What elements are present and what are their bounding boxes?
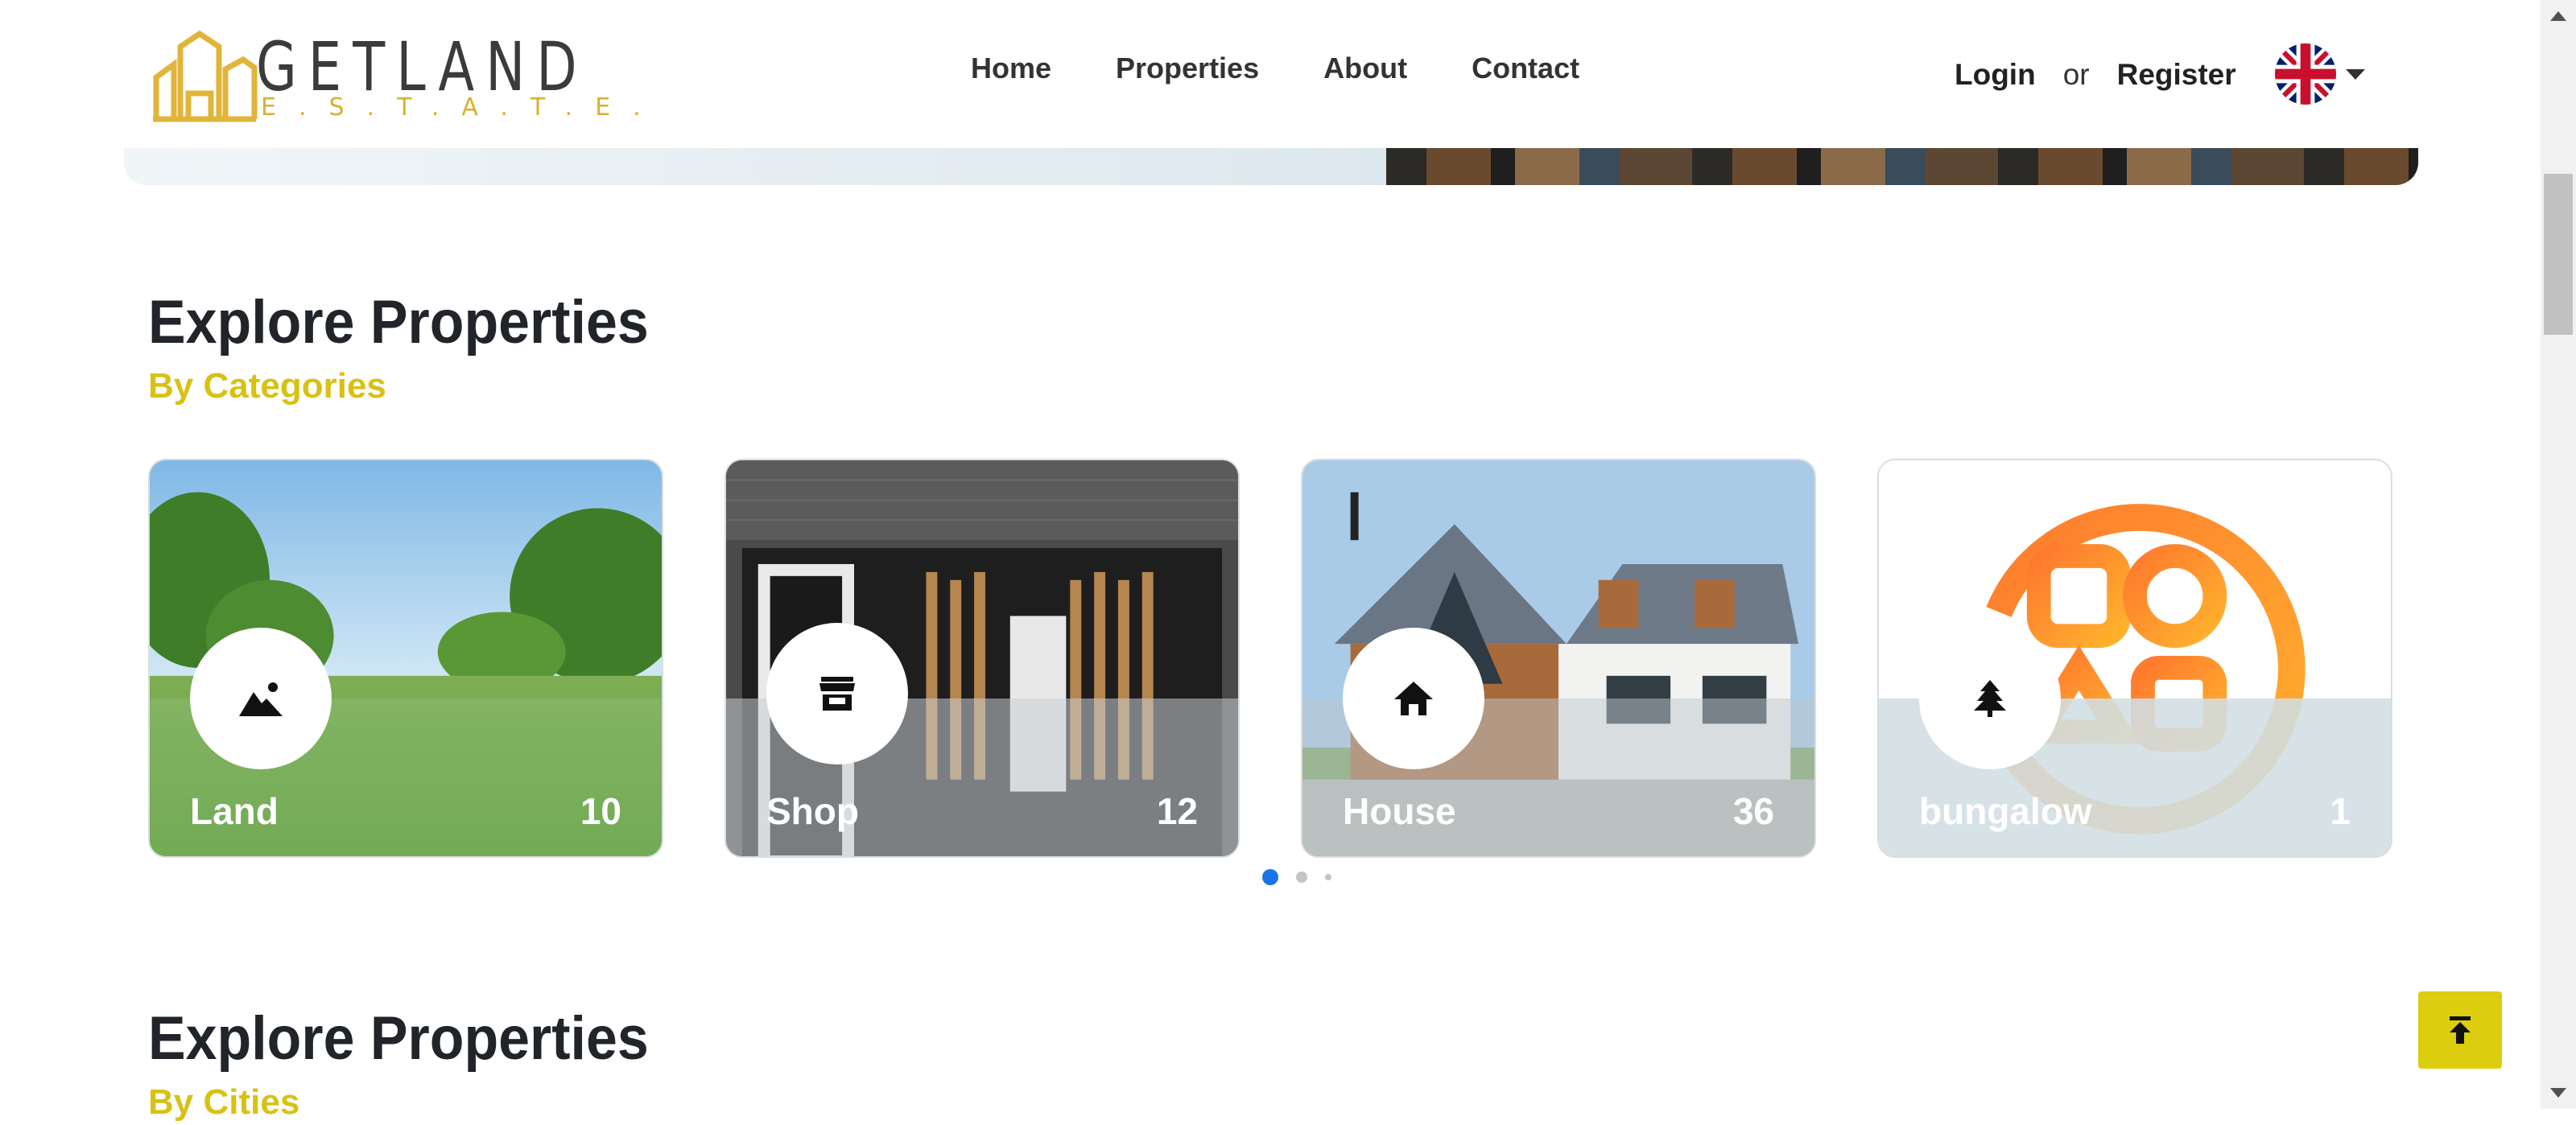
category-name: Shop	[766, 790, 859, 832]
logo-wordmark: GETLAND	[256, 27, 588, 106]
language-selector[interactable]	[2275, 43, 2372, 105]
site-logo[interactable]: GETLAND E.S.T.A.T.E.	[153, 26, 641, 122]
nav-about[interactable]: About	[1323, 48, 1407, 89]
store-icon	[766, 623, 908, 764]
landscape-icon	[190, 628, 332, 769]
category-card-shop[interactable]: Shop 12	[724, 459, 1240, 858]
chevron-down-icon	[2346, 69, 2365, 80]
cities-section-subtitle: By Cities	[148, 1082, 300, 1122]
or-separator: or	[2062, 58, 2090, 91]
logo-tagline: E.S.T.A.T.E.	[261, 93, 663, 122]
nav-contact[interactable]: Contact	[1472, 48, 1579, 89]
carousel-pagination	[1262, 869, 1349, 885]
hero-banner	[124, 148, 2418, 185]
category-name: Land	[190, 790, 279, 832]
nav-home[interactable]: Home	[971, 48, 1051, 89]
category-card-land[interactable]: Land 10	[148, 459, 663, 858]
hero-image	[1386, 148, 2418, 185]
scroll-to-top-button[interactable]	[2418, 991, 2502, 1069]
category-carousel: Land 10 Shop 12 House 36 bungalow 1	[148, 459, 2396, 861]
category-count: 36	[1732, 790, 1774, 832]
category-count: 12	[1156, 790, 1198, 832]
carousel-dot-3[interactable]	[1325, 874, 1331, 880]
category-name: House	[1343, 790, 1456, 832]
categories-section-subtitle: By Categories	[148, 366, 386, 406]
scroll-up-arrow-icon[interactable]	[2550, 11, 2566, 21]
tree-icon	[1919, 628, 2061, 769]
page-scrollbar[interactable]	[2541, 0, 2576, 1109]
site-header: GETLAND E.S.T.A.T.E. Home Properties Abo…	[0, 0, 2541, 148]
register-link[interactable]: Register	[2117, 55, 2236, 95]
category-card-bungalow[interactable]: bungalow 1	[1877, 459, 2392, 858]
scrollbar-thumb[interactable]	[2544, 174, 2573, 335]
category-card-house[interactable]: House 36	[1301, 459, 1816, 858]
arrow-up-to-line-icon	[2450, 1016, 2471, 1044]
carousel-dot-1[interactable]	[1262, 869, 1278, 885]
login-link[interactable]: Login	[1955, 55, 2036, 95]
auth-links: Login or Register	[1955, 55, 2236, 95]
cities-section-title: Explore Properties	[148, 1004, 649, 1073]
buildings-logo-icon	[153, 30, 258, 122]
category-count: 10	[580, 790, 621, 832]
scroll-down-arrow-icon[interactable]	[2550, 1088, 2566, 1098]
carousel-dot-2[interactable]	[1296, 872, 1307, 883]
category-name: bungalow	[1919, 790, 2092, 832]
main-nav: Home Properties About Contact	[971, 48, 1644, 89]
category-count: 1	[2330, 790, 2351, 832]
nav-properties[interactable]: Properties	[1116, 48, 1259, 89]
uk-flag-icon	[2275, 43, 2336, 105]
home-icon	[1343, 628, 1484, 769]
categories-section-title: Explore Properties	[148, 288, 649, 356]
